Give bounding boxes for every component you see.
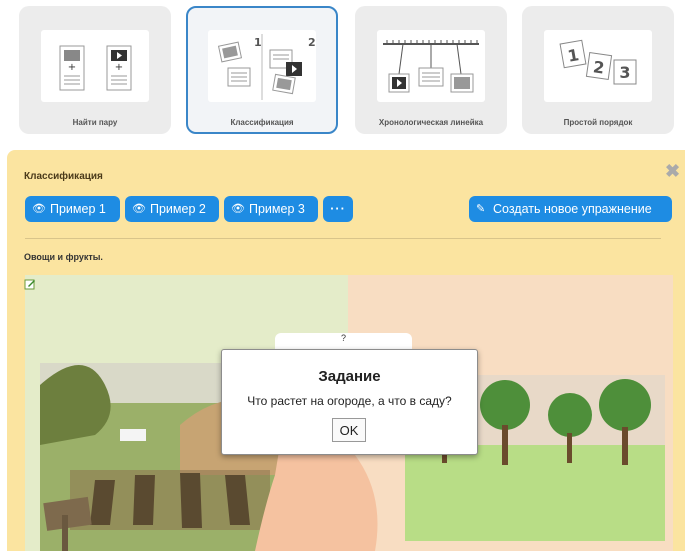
svg-text:+: + <box>115 62 123 73</box>
tile-simple-order[interactable]: 1 2 3 Простой порядок <box>522 6 674 134</box>
panel-title: Классификация <box>24 171 103 182</box>
eye-icon: 👁 <box>32 203 46 215</box>
close-icon[interactable]: ✖ <box>665 161 680 182</box>
simple-order-icon: 1 2 3 <box>544 30 652 102</box>
svg-text:+: + <box>68 62 76 73</box>
ok-button[interactable]: OK <box>332 418 366 442</box>
divider <box>25 238 661 239</box>
task-dialog: Задание Что растет на огороде, а что в с… <box>221 349 478 455</box>
pencil-icon: ✎ <box>476 203 486 215</box>
button-label: Пример 2 <box>150 202 206 216</box>
dialog-text: Что растет на огороде, а что в саду? <box>247 394 452 408</box>
tile-number: 1 <box>254 36 262 49</box>
question-mark: ? <box>340 333 346 343</box>
button-label: Пример 3 <box>249 202 305 216</box>
tile-label: Найти пару <box>72 118 118 127</box>
tile-label: Классификация <box>230 118 294 127</box>
timeline-icon <box>377 30 485 102</box>
button-label: Пример 1 <box>50 202 106 216</box>
example-1-button[interactable]: 👁 Пример 1 <box>25 196 120 222</box>
eye-icon: 👁 <box>132 203 146 215</box>
create-exercise-button[interactable]: ✎ Создать новое упражнение <box>469 196 672 222</box>
exercise-subtitle: Овощи и фрукты. <box>24 252 103 262</box>
dialog-title: Задание <box>318 368 381 385</box>
eye-icon: 👁 <box>231 203 245 215</box>
classification-icon: 1 2 <box>208 30 316 102</box>
more-button[interactable]: ··· <box>323 196 353 222</box>
example-2-button[interactable]: 👁 Пример 2 <box>125 196 219 222</box>
tile-number: 3 <box>619 63 630 82</box>
tile-find-pair[interactable]: + + Найти пару <box>19 6 171 134</box>
tile-timeline[interactable]: Хронологическая линейка <box>355 6 507 134</box>
example-3-button[interactable]: 👁 Пример 3 <box>224 196 318 222</box>
button-label: Создать новое упражнение <box>493 202 652 216</box>
tile-classification[interactable]: 1 2 Классификация <box>186 6 338 134</box>
tile-number: 2 <box>308 36 316 49</box>
edit-icon[interactable] <box>24 277 36 290</box>
tile-label: Простой порядок <box>563 118 633 127</box>
find-pair-icon: + + <box>41 30 149 102</box>
tile-label: Хронологическая линейка <box>378 118 484 127</box>
